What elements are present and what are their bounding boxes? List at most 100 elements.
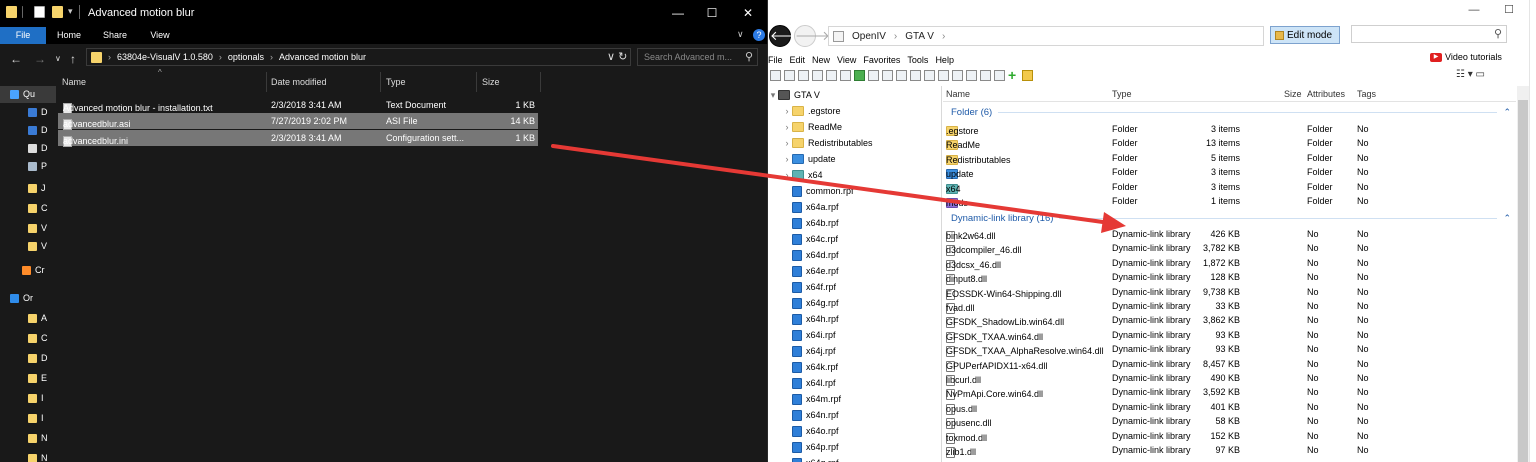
list-item[interactable]: d3dcsx_46.dll Dynamic-link library 1,872 K…	[943, 256, 1516, 271]
column-divider[interactable]	[380, 72, 381, 92]
settings-icon[interactable]	[798, 69, 809, 81]
nav-item[interactable]: D	[28, 122, 48, 138]
view-options-icon[interactable]: ☷ ▾ ▭	[1456, 69, 1485, 80]
list-item[interactable]: GFSDK_TXAA_AlphaResolve.win64.dll Dynamic…	[943, 342, 1516, 358]
list-item[interactable]: GPUPerfAPIDX11-x64.dll Dynamic-link libra…	[943, 357, 1516, 372]
tree-item[interactable]: x64p.rpf	[782, 439, 839, 455]
column-date-modified[interactable]: Date modified	[271, 77, 327, 87]
tree-item[interactable]: › .egstore	[782, 103, 841, 119]
minimize-button[interactable]: —	[663, 4, 693, 22]
nav-item[interactable]: V	[28, 220, 47, 236]
recent-locations-icon[interactable]: ∨	[55, 54, 61, 63]
file-row[interactable]: Advanced motion blur - installation.txt 2…	[58, 97, 538, 114]
nav-item[interactable]: I	[28, 410, 44, 426]
back-button[interactable]: 🡐	[769, 25, 805, 47]
tree-item[interactable]: common.rpf	[782, 183, 854, 199]
nav-item[interactable]: D	[28, 104, 48, 120]
menu-file[interactable]: File	[768, 55, 783, 65]
list-item[interactable]: x64 Folder 3 items Folder No	[943, 180, 1516, 194]
help-icon[interactable]: ?	[753, 29, 765, 41]
refresh-icon[interactable]: ∨ ↻	[607, 50, 627, 63]
tree-item[interactable]: x64o.rpf	[782, 423, 839, 439]
tree-item[interactable]: x64k.rpf	[782, 359, 838, 375]
maximize-button[interactable]: ☐	[1495, 2, 1523, 18]
group-header-folders[interactable]: Folder (6) ⌃	[951, 105, 1511, 119]
up-arrow-icon[interactable]: ↑	[70, 52, 76, 66]
tree-item[interactable]: x64i.rpf	[782, 327, 836, 343]
path-segment[interactable]: optionals	[228, 52, 264, 62]
menu-help[interactable]: Help	[935, 55, 954, 65]
column-divider[interactable]	[476, 72, 477, 92]
tree-item[interactable]: x64d.rpf	[782, 247, 839, 263]
play-icon[interactable]	[854, 69, 865, 81]
tree-item[interactable]: x64l.rpf	[782, 375, 836, 391]
file-row[interactable]: advancedblur.ini 2/3/2018 3:41 AM Configur…	[58, 130, 538, 147]
menu-edit[interactable]: Edit	[790, 55, 806, 65]
tree-item[interactable]: x64b.rpf	[782, 215, 839, 231]
path-segment[interactable]: OpenIV	[852, 31, 886, 42]
column-tags[interactable]: Tags	[1357, 89, 1376, 99]
path-segment[interactable]: GTA V	[905, 31, 934, 42]
list-item[interactable]: fvad.dll Dynamic-link library 33 KB No No	[943, 299, 1516, 314]
list-item[interactable]: NvPmApi.Core.win64.dll Dynamic-link libra…	[943, 385, 1516, 401]
paste-icon[interactable]	[910, 69, 921, 81]
tab-view[interactable]: View	[142, 27, 178, 44]
forward-arrow-icon[interactable]: →	[34, 52, 46, 66]
copy-icon[interactable]	[896, 69, 907, 81]
tree-item[interactable]: › update	[782, 151, 836, 167]
list-item[interactable]: EOSSDK-Win64-Shipping.dll Dynamic-link li…	[943, 285, 1516, 300]
column-type[interactable]: Type	[386, 77, 406, 87]
list-item[interactable]: bink2w64.dll Dynamic-link library 426 KB No…	[943, 227, 1516, 242]
delete-icon[interactable]	[994, 69, 1005, 81]
search-input[interactable]: Search Advanced m... ⚲	[637, 48, 758, 66]
path-segment[interactable]: 63804e-VisualV 1.0.580	[117, 52, 213, 62]
tree-item[interactable]: x64h.rpf	[782, 311, 839, 327]
maximize-button[interactable]: ☐	[697, 4, 727, 22]
replace-icon[interactable]	[952, 69, 963, 81]
tree-item[interactable]: x64g.rpf	[782, 295, 839, 311]
new-icon[interactable]	[784, 69, 795, 81]
tree-item[interactable]: x64j.rpf	[782, 343, 836, 359]
nav-item[interactable]: J	[28, 180, 46, 196]
nav-item[interactable]: D	[28, 140, 48, 156]
address-bar[interactable]: › 63804e-VisualV 1.0.580 › optionals › A…	[86, 48, 631, 66]
export-icon[interactable]	[938, 69, 949, 81]
list-item[interactable]: Redistributables Folder 5 items Folder No	[943, 151, 1516, 165]
file-row[interactable]: advancedblur.asi 7/27/2019 2:02 PM ASI Fil…	[58, 113, 538, 130]
tree-item[interactable]: x64f.rpf	[782, 279, 836, 295]
nav-item[interactable]: V	[28, 238, 47, 254]
minimize-button[interactable]: —	[1460, 2, 1488, 18]
tree-item[interactable]: x64a.rpf	[782, 199, 839, 215]
search-input[interactable]: ⚲	[1351, 25, 1507, 43]
nav-item[interactable]: Cr	[22, 262, 45, 278]
tree-item[interactable]: x64m.rpf	[782, 391, 841, 407]
nav-item[interactable]: Or	[10, 290, 33, 306]
close-button[interactable]: ✕	[733, 4, 763, 22]
scrollbar-thumb[interactable]	[1518, 100, 1528, 462]
tree-root[interactable]: ▾ GTA V	[768, 87, 820, 103]
nav-item[interactable]: C	[28, 200, 48, 216]
menu-new[interactable]: New	[812, 55, 830, 65]
column-divider[interactable]	[266, 72, 267, 92]
column-name[interactable]: Name	[946, 89, 970, 99]
nav-item[interactable]: I	[28, 390, 44, 406]
back-arrow-icon[interactable]: ←	[10, 52, 22, 66]
address-bar[interactable]: OpenIV › GTA V ›	[828, 26, 1264, 46]
tree-item[interactable]: x64e.rpf	[782, 263, 839, 279]
new-file-icon[interactable]	[770, 69, 781, 81]
video-tutorials-link[interactable]: ▶ Video tutorials	[1430, 52, 1502, 62]
menu-favorites[interactable]: Favorites	[863, 55, 900, 65]
column-size[interactable]: Size	[482, 77, 500, 87]
list-item[interactable]: GFSDK_TXAA.win64.dll Dynamic-link library…	[943, 328, 1516, 343]
column-type[interactable]: Type	[1112, 89, 1132, 99]
column-size[interactable]: Size	[1284, 89, 1302, 99]
menu-view[interactable]: View	[837, 55, 856, 65]
rename-icon[interactable]	[966, 69, 977, 81]
list-item[interactable]: opusenc.dll Dynamic-link library 58 KB No No	[943, 414, 1516, 430]
list-item[interactable]: opus.dll Dynamic-link library 401 KB No No	[943, 400, 1516, 415]
nav-item[interactable]: D	[28, 350, 48, 366]
tree-item[interactable]: x64c.rpf	[782, 231, 838, 247]
edit-icon[interactable]	[882, 69, 893, 81]
tab-file[interactable]: File	[0, 27, 46, 44]
add-icon[interactable]: +	[1008, 68, 1019, 82]
